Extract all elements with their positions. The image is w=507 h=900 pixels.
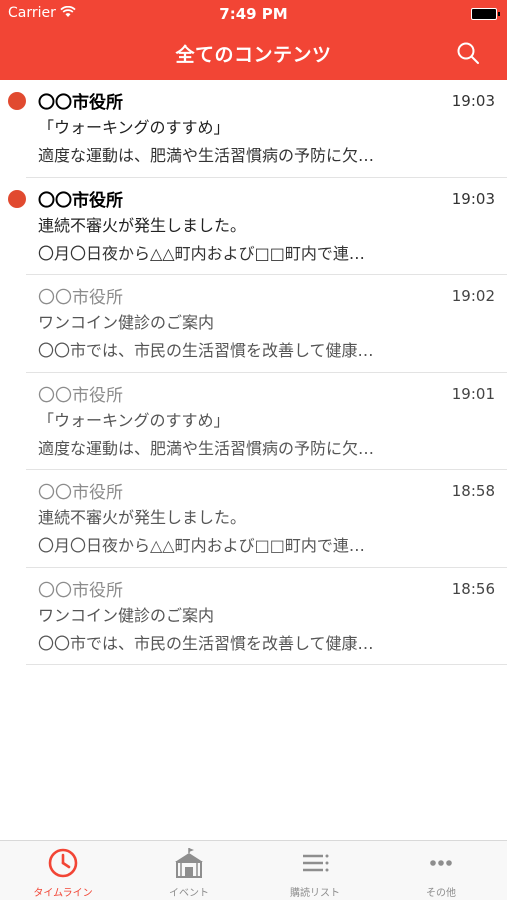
item-title: ワンコイン健診のご案内: [38, 605, 215, 625]
tab-bar: タイムライン イベント 購読リスト その他: [0, 840, 507, 900]
item-sender: 〇〇市役所: [38, 190, 123, 211]
list-item[interactable]: 〇〇市役所 18:58 連続不審火が発生しました。 〇月〇日夜から△△町内および…: [26, 470, 507, 568]
item-body: 〇月〇日夜から△△町内および□□町内で連…: [38, 243, 365, 263]
item-title: 連続不審火が発生しました。: [38, 215, 247, 235]
item-body: 適度な運動は、肥満や生活習慣病の予防に欠…: [38, 146, 375, 165]
tab-label: その他: [426, 888, 456, 899]
item-body: 〇月〇日夜から△△町内および□□町内で連…: [38, 536, 365, 555]
tent-icon: [175, 848, 203, 878]
navigation-bar: Carrier 7:49 PM 全てのコンテンツ: [0, 0, 507, 80]
item-body: 〇〇市では、市民の生活習慣を改善して健康…: [38, 341, 374, 360]
list-item[interactable]: 〇〇市役所 19:03 連続不審火が発生しました。 〇月〇日夜から△△町内および…: [8, 178, 507, 275]
item-title: 「ウォーキングのすすめ」: [38, 410, 230, 430]
tab-label: タイムライン: [33, 888, 93, 899]
unread-dot-icon: [8, 189, 26, 208]
item-sender: 〇〇市役所: [38, 580, 123, 601]
tab-subscriptions[interactable]: 購読リスト: [252, 841, 378, 900]
tab-events[interactable]: イベント: [126, 841, 252, 900]
item-time: 18:58: [451, 482, 495, 500]
item-body: 適度な運動は、肥満や生活習慣病の予防に欠…: [38, 438, 375, 458]
page-title: 全てのコンテンツ: [175, 44, 332, 66]
item-body: 〇〇市では、市民の生活習慣を改善して健康…: [38, 633, 374, 653]
item-title: ワンコイン健診のご案内: [38, 313, 215, 332]
item-time: 19:02: [451, 287, 495, 305]
item-time: 19:03: [451, 92, 495, 110]
clock-icon: [48, 848, 78, 878]
tab-label: イベント: [169, 888, 209, 899]
list-item[interactable]: 〇〇市役所 19:03 「ウォーキングのすすめ」 適度な運動は、肥満や生活習慣病…: [8, 80, 507, 178]
item-title: 「ウォーキングのすすめ」: [38, 118, 230, 137]
list-item[interactable]: 〇〇市役所 19:01 「ウォーキングのすすめ」 適度な運動は、肥満や生活習慣病…: [26, 373, 507, 470]
search-icon[interactable]: [455, 40, 481, 66]
item-time: 19:01: [451, 384, 495, 403]
item-title: 連続不審火が発生しました。: [38, 508, 247, 527]
status-time: 7:49 PM: [219, 5, 288, 23]
list-icon: [303, 854, 329, 872]
item-sender: 〇〇市役所: [38, 483, 123, 503]
item-sender: 〇〇市役所: [38, 288, 123, 308]
unread-dot-icon: [8, 92, 26, 110]
tab-more[interactable]: その他: [378, 841, 504, 900]
list-item[interactable]: 〇〇市役所 18:56 ワンコイン健診のご案内 〇〇市では、市民の生活習慣を改善…: [26, 568, 507, 665]
item-sender: 〇〇市役所: [38, 385, 123, 406]
tab-label: 購読リスト: [290, 888, 340, 899]
battery-icon: [471, 8, 500, 20]
more-icon: [430, 860, 452, 866]
item-time: 18:56: [451, 579, 495, 598]
item-time: 19:03: [451, 189, 495, 208]
tab-timeline[interactable]: タイムライン: [0, 841, 126, 900]
content-list: 〇〇市役所 19:03 「ウォーキングのすすめ」 適度な運動は、肥満や生活習慣病…: [0, 80, 507, 665]
list-item[interactable]: 〇〇市役所 19:02 ワンコイン健診のご案内 〇〇市では、市民の生活習慣を改善…: [26, 275, 507, 373]
item-sender: 〇〇市役所: [38, 93, 123, 113]
status-bar: Carrier 7:49 PM: [0, 0, 507, 28]
